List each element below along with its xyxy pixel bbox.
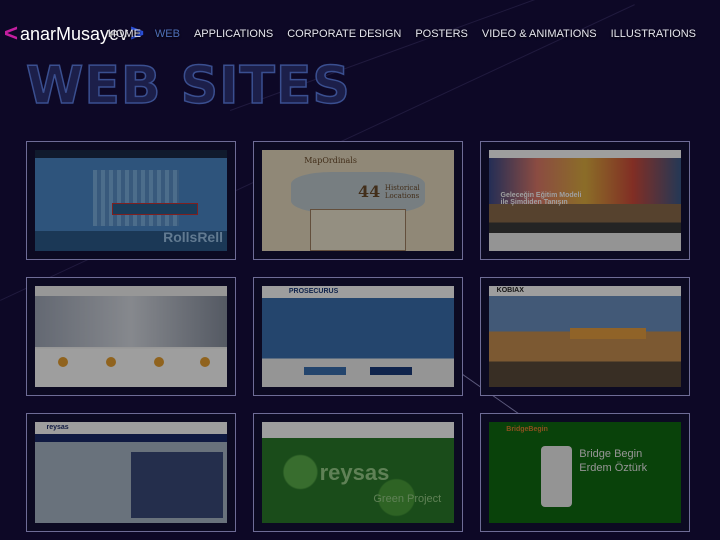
project-card-bridge-begin[interactable]: BridgeBegin Bridge Begin Erdem Öztürk	[480, 413, 690, 532]
project-count: 44	[358, 182, 381, 202]
chevron-left-icon: <	[4, 20, 19, 47]
nav-home[interactable]: HOME	[108, 28, 141, 40]
nav-web[interactable]: WEB	[155, 28, 180, 40]
project-card-reysas-green[interactable]: reysas Green Project	[253, 413, 463, 532]
project-logo: BridgeBegin	[506, 426, 548, 434]
project-caption: RollsRell	[163, 229, 223, 245]
project-caption: Geleceğin Eğitim Modeli ile Şimdiden Tan…	[500, 192, 582, 207]
nav-corporate-design[interactable]: CORPORATE DESIGN	[287, 28, 401, 40]
main-nav: HOME WEB APPLICATIONS CORPORATE DESIGN P…	[108, 28, 696, 40]
project-subcaption: Erdem Öztürk	[579, 462, 648, 475]
project-card-kobiax[interactable]: KOBIAX	[480, 277, 690, 396]
nav-posters[interactable]: POSTERS	[415, 28, 468, 40]
project-card-rollsrell[interactable]: RollsRell	[26, 141, 236, 260]
nav-illustrations[interactable]: ILLUSTRATIONS	[611, 28, 696, 40]
project-caption: Bridge Begin	[579, 448, 643, 461]
project-caption: KOBIAX	[496, 287, 524, 294]
page-title: WEB SITES	[25, 55, 351, 117]
project-card-mapordinals[interactable]: MapOrdinals 44 Historical Locations	[253, 141, 463, 260]
nav-video-animations[interactable]: VIDEO & ANIMATIONS	[482, 28, 597, 40]
project-card-printing[interactable]	[26, 277, 236, 396]
project-logo: MapOrdinals	[304, 156, 357, 166]
project-card-prosecurus[interactable]: PROSECURUS	[253, 277, 463, 396]
nav-applications[interactable]: APPLICATIONS	[194, 28, 273, 40]
project-caption: Historical Locations	[384, 184, 420, 201]
project-subcaption: Green Project	[373, 492, 442, 505]
project-card-reysas[interactable]: reysas	[26, 413, 236, 532]
project-caption: PROSECURUS	[288, 288, 339, 296]
project-caption: reysas	[319, 460, 390, 486]
project-caption: reysas	[46, 424, 69, 432]
project-card-education[interactable]: Geleceğin Eğitim Modeli ile Şimdiden Tan…	[480, 141, 690, 260]
